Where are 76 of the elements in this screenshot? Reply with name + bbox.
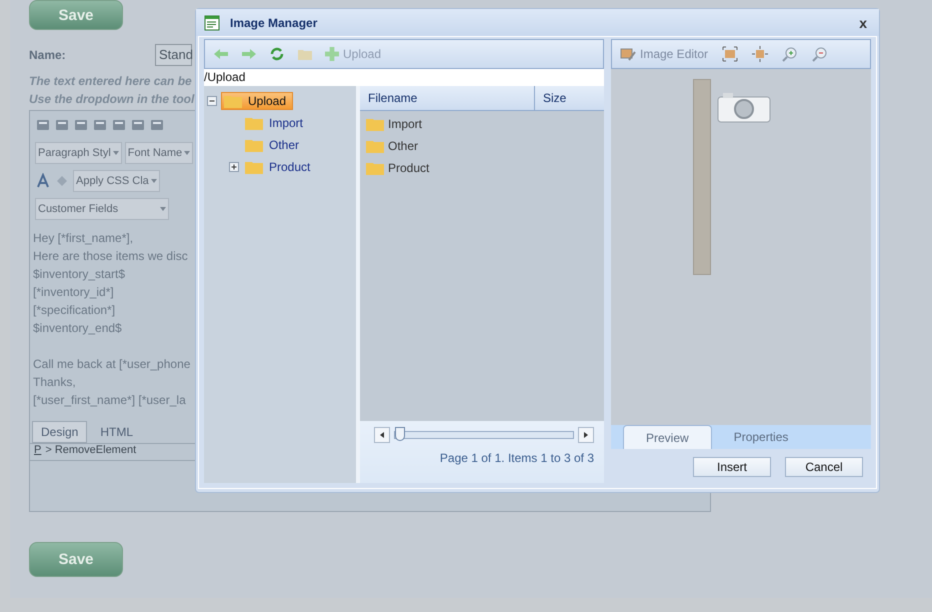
editor-text-line: Here are those items we disc (33, 248, 189, 265)
toolbar-icon[interactable] (35, 117, 51, 133)
editor-text-line: $inventory_end$ (33, 320, 123, 337)
caret-icon (184, 151, 190, 155)
name-field[interactable]: Stand (155, 44, 192, 66)
fields-dropdown[interactable]: Customer Fields (35, 198, 169, 220)
folder-icon (366, 161, 384, 175)
folder-icon (366, 139, 384, 153)
style-dropdown[interactable]: Paragraph Styl (35, 142, 122, 164)
scroll-left-button[interactable] (374, 427, 390, 443)
expand-icon[interactable] (229, 162, 239, 172)
tree-item[interactable]: Other (243, 137, 306, 153)
right-triangle-icon (584, 432, 588, 438)
editor-text-line: [*specification*] (33, 302, 116, 319)
help-text: The text entered here can be (29, 73, 192, 90)
panel-tab[interactable]: Preview (623, 425, 712, 449)
toolbar-icon[interactable] (149, 117, 165, 133)
breadcrumb-path: > RemoveElement (45, 444, 136, 458)
file-row[interactable]: Import (360, 113, 604, 135)
close-button[interactable]: x (855, 14, 871, 30)
back-arrow-icon[interactable] (213, 46, 229, 62)
vertical-scrollbar[interactable] (693, 79, 711, 275)
folder-icon (245, 116, 263, 130)
tree-item[interactable]: Product (243, 159, 316, 175)
editor-text-line: [*user_first_name*] [*user_la (33, 392, 187, 409)
breadcrumb-tag[interactable]: P (34, 444, 42, 460)
pager-text: Page 1 of 1. Items 1 to 3 of 3 (438, 451, 594, 465)
editor-text-line: Thanks, (33, 374, 77, 391)
toolbar-icon[interactable] (73, 117, 89, 133)
column-header[interactable]: Size (535, 86, 566, 110)
name-label: Name: (29, 48, 67, 62)
dialog-button[interactable]: Insert (693, 457, 771, 477)
zoom-out-icon[interactable] (812, 46, 828, 62)
zoom-in-icon[interactable] (782, 46, 798, 62)
file-row[interactable]: Other (360, 135, 604, 157)
image-edit-icon (620, 46, 636, 62)
file-row[interactable]: Product (360, 157, 604, 179)
collapse-icon[interactable] (207, 96, 217, 106)
folder-icon (366, 117, 384, 131)
actual-size-icon[interactable] (752, 46, 768, 62)
toolbar-icon[interactable] (92, 117, 108, 133)
caret-icon (150, 179, 157, 183)
editor-text-line: $inventory_start$ (33, 266, 126, 283)
camera-icon (717, 91, 771, 123)
folder-icon (245, 160, 263, 174)
fit-icon[interactable] (722, 46, 738, 62)
editor-text-line: [*inventory_id*] (33, 284, 115, 301)
column-header[interactable]: Filename (360, 86, 535, 110)
left-triangle-icon (380, 432, 384, 438)
editor-text-line: Call me back at [*user_phone (33, 356, 192, 373)
mode-tab[interactable]: Design (32, 421, 88, 443)
help-text: Use the dropdown in the tool (29, 91, 194, 108)
tree-item[interactable]: Import (243, 115, 310, 131)
page-slider-thumb[interactable] (395, 427, 405, 441)
tree-item[interactable]: Upload (221, 92, 294, 110)
caret-icon (112, 151, 119, 155)
window-title: Image Manager (230, 16, 318, 30)
scroll-right-button[interactable] (578, 427, 594, 443)
style-dropdown[interactable]: Font Name (124, 142, 194, 164)
toolbar-icon[interactable] (130, 117, 146, 133)
path-field[interactable]: /Upload (204, 69, 604, 86)
toolbar-icon[interactable] (54, 117, 70, 133)
folder-icon (245, 138, 263, 152)
caret-icon (160, 207, 166, 211)
forward-arrow-icon[interactable] (241, 46, 257, 62)
refresh-icon[interactable] (269, 46, 285, 62)
folder-icon (224, 94, 242, 108)
plus-icon (325, 47, 339, 61)
css-class-dropdown[interactable]: Apply CSS Cla (73, 170, 160, 192)
editor-text-line: Hey [*first_name*], (33, 230, 134, 247)
mode-tab[interactable]: HTML (91, 421, 142, 443)
dialog-button[interactable]: Cancel (785, 457, 863, 477)
panel-tab[interactable]: Properties (712, 425, 810, 449)
font-color-icon[interactable] (35, 173, 51, 189)
toolbar-icon[interactable] (111, 117, 127, 133)
window-icon (204, 14, 220, 30)
